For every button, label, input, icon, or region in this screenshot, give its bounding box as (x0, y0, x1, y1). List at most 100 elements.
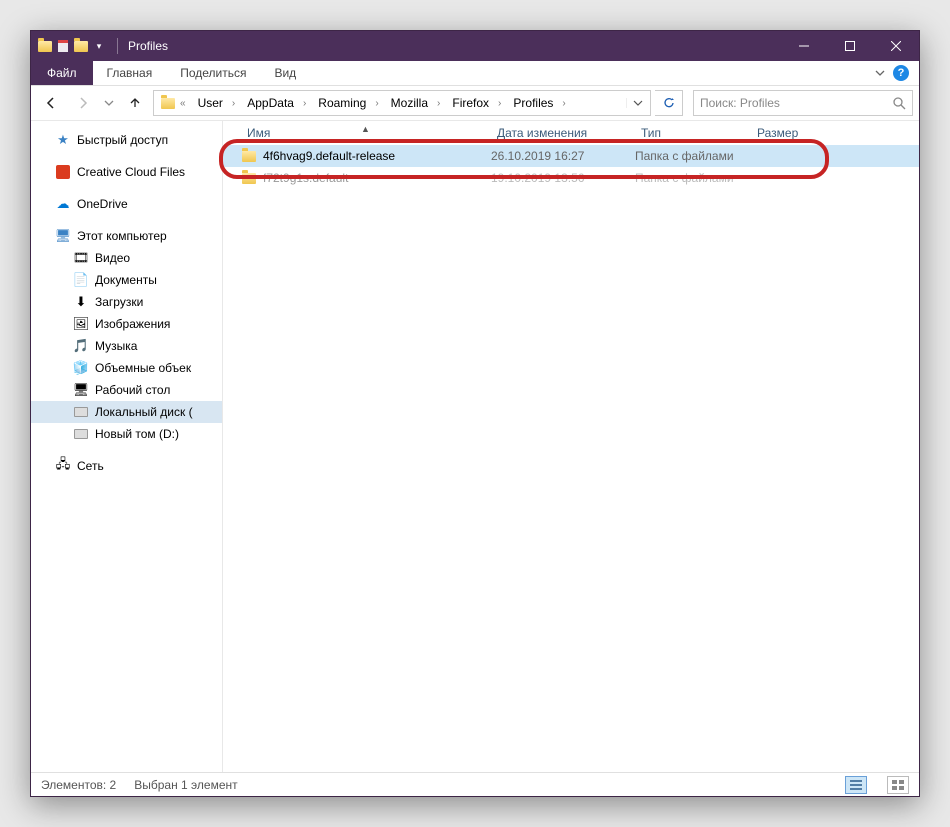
qat-newfolder-icon[interactable] (73, 38, 89, 54)
nav-up-button[interactable] (121, 89, 149, 117)
column-header-type[interactable]: Тип (635, 126, 751, 140)
refresh-button[interactable] (655, 90, 683, 116)
sidebar-desktop[interactable]: 🖥 Рабочий стол (31, 379, 222, 401)
sidebar-label: OneDrive (77, 197, 128, 211)
sidebar-3d-objects[interactable]: 🧊 Объемные объек (31, 357, 222, 379)
breadcrumb-seg-firefox[interactable]: Firefox (444, 91, 494, 115)
creative-cloud-icon (55, 164, 71, 180)
column-label: Имя (247, 126, 270, 140)
folder-app-icon (37, 38, 53, 54)
sidebar-documents[interactable]: 📄 Документы (31, 269, 222, 291)
chevron-right-icon[interactable]: › (371, 98, 382, 109)
breadcrumb-seg-user[interactable]: User (190, 91, 228, 115)
sidebar-pictures[interactable]: 🖼 Изображения (31, 313, 222, 335)
nav-recent-dropdown[interactable] (101, 89, 117, 117)
documents-icon: 📄 (73, 272, 89, 288)
column-header-size[interactable]: Размер (751, 126, 831, 140)
sidebar-label: Видео (95, 251, 130, 265)
column-header-date[interactable]: Дата изменения (491, 126, 635, 140)
nav-back-button[interactable] (37, 89, 65, 117)
titlebar-divider (117, 38, 118, 54)
body: ★ Быстрый доступ Creative Cloud Files ☁ … (31, 120, 919, 772)
sidebar-label: Рабочий стол (95, 383, 170, 397)
view-details-button[interactable] (845, 776, 867, 794)
file-row[interactable]: f72t9g1s.default 19.10.2019 13:56 Папка … (223, 167, 919, 189)
sidebar-label: Creative Cloud Files (77, 165, 185, 179)
chevron-right-icon[interactable]: › (433, 98, 444, 109)
breadcrumb-history-dropdown[interactable] (626, 98, 648, 108)
sidebar-videos[interactable]: 🎞 Видео (31, 247, 222, 269)
ribbon-tab-view[interactable]: Вид (260, 61, 310, 85)
qat-dropdown-icon[interactable]: ▾ (91, 38, 107, 54)
file-type: Папка с файлами (635, 149, 751, 163)
sidebar-label: Новый том (D:) (95, 427, 179, 441)
breadcrumb-seg-profiles[interactable]: Profiles (505, 91, 558, 115)
status-selected-count: Выбран 1 элемент (134, 778, 237, 792)
qat-properties-icon[interactable] (55, 38, 71, 54)
minimize-button[interactable] (781, 31, 827, 61)
search-placeholder: Поиск: Profiles (700, 96, 780, 110)
music-icon: 🎵 (73, 338, 89, 354)
file-date: 26.10.2019 16:27 (491, 149, 635, 163)
breadcrumb-folder-icon (160, 95, 176, 111)
view-large-icons-button[interactable] (887, 776, 909, 794)
breadcrumb-bar[interactable]: « User› AppData› Roaming› Mozilla› Firef… (153, 90, 651, 116)
chevron-right-icon[interactable]: › (494, 98, 505, 109)
desktop-icon: 🖥 (73, 382, 89, 398)
close-button[interactable] (873, 31, 919, 61)
search-box[interactable]: Поиск: Profiles (693, 90, 913, 116)
ribbon-tab-home[interactable]: Главная (93, 61, 167, 85)
sidebar-label: Документы (95, 273, 157, 287)
file-name: 4f6hvag9.default-release (263, 149, 395, 163)
sidebar-label: Загрузки (95, 295, 143, 309)
pc-icon: 🖥 (55, 228, 71, 244)
qat: ▾ (31, 38, 113, 54)
ribbon-expand-icon[interactable] (875, 68, 885, 78)
breadcrumb-seg-appdata[interactable]: AppData (239, 91, 299, 115)
column-header-name[interactable]: Имя ▲ (241, 126, 491, 140)
nav-forward-button[interactable] (69, 89, 97, 117)
sidebar-network[interactable]: 🖧 Сеть (31, 455, 222, 477)
explorer-window: ▾ Profiles Файл Главная Поделиться Вид (30, 30, 920, 797)
sidebar-label: Быстрый доступ (77, 133, 168, 147)
sidebar-label: Этот компьютер (77, 229, 167, 243)
ribbon: Файл Главная Поделиться Вид ? (31, 61, 919, 86)
file-date: 19.10.2019 13:56 (491, 171, 635, 185)
chevron-right-icon[interactable]: › (228, 98, 239, 109)
breadcrumb-seg-roaming[interactable]: Roaming (310, 91, 371, 115)
sidebar-music[interactable]: 🎵 Музыка (31, 335, 222, 357)
nav-row: « User› AppData› Roaming› Mozilla› Firef… (31, 86, 919, 120)
disk-icon (73, 426, 89, 442)
file-row[interactable]: 4f6hvag9.default-release 26.10.2019 16:2… (223, 145, 919, 167)
sidebar: ★ Быстрый доступ Creative Cloud Files ☁ … (31, 121, 223, 772)
file-list: Имя ▲ Дата изменения Тип Размер 4f6hvag9… (223, 121, 919, 772)
file-type: Папка с файлами (635, 171, 751, 185)
sidebar-this-pc[interactable]: 🖥 Этот компьютер (31, 225, 222, 247)
sidebar-downloads[interactable]: ⬇ Загрузки (31, 291, 222, 313)
network-icon: 🖧 (55, 458, 71, 474)
chevron-right-icon[interactable]: › (558, 98, 569, 109)
disk-icon (73, 404, 89, 420)
onedrive-icon: ☁ (55, 196, 71, 212)
folder-icon (241, 170, 257, 186)
sidebar-quick-access[interactable]: ★ Быстрый доступ (31, 129, 222, 151)
cube-icon: 🧊 (73, 360, 89, 376)
pictures-icon: 🖼 (73, 316, 89, 332)
sidebar-label: Изображения (95, 317, 170, 331)
breadcrumb-overflow-icon[interactable]: « (176, 98, 190, 109)
file-name: f72t9g1s.default (263, 171, 348, 185)
status-item-count: Элементов: 2 (41, 778, 116, 792)
maximize-button[interactable] (827, 31, 873, 61)
sidebar-creative-cloud[interactable]: Creative Cloud Files (31, 161, 222, 183)
search-icon (892, 96, 906, 110)
sidebar-new-volume[interactable]: Новый том (D:) (31, 423, 222, 445)
sidebar-local-disk[interactable]: Локальный диск ( (31, 401, 222, 423)
breadcrumb-seg-mozilla[interactable]: Mozilla (383, 91, 433, 115)
titlebar[interactable]: ▾ Profiles (31, 31, 919, 61)
help-icon[interactable]: ? (893, 65, 909, 81)
ribbon-tab-share[interactable]: Поделиться (166, 61, 260, 85)
chevron-right-icon[interactable]: › (299, 98, 310, 109)
sidebar-label: Музыка (95, 339, 137, 353)
sidebar-onedrive[interactable]: ☁ OneDrive (31, 193, 222, 215)
ribbon-file-tab[interactable]: Файл (31, 61, 93, 85)
